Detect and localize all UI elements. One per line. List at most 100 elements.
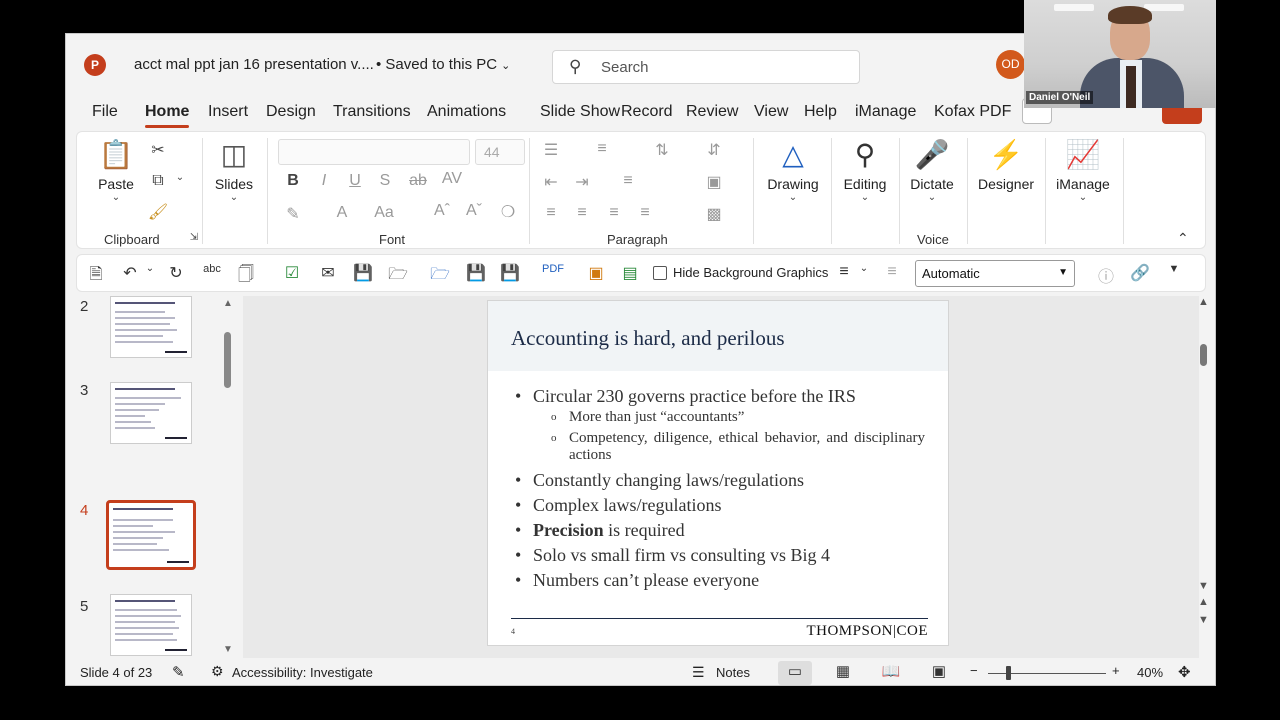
presenter-icon[interactable]: ▤ — [619, 263, 641, 283]
shadow-icon[interactable]: S — [374, 172, 396, 190]
tab-view[interactable]: View — [754, 103, 788, 121]
slide-sorter-button[interactable]: ▦ — [826, 661, 860, 685]
accessibility-icon[interactable]: ⚙ — [211, 663, 224, 680]
slide-thumbnail-2[interactable] — [110, 296, 192, 358]
slide-bullet-list[interactable]: Circular 230 governs practice before the… — [515, 384, 925, 593]
undo-icon[interactable]: ↶ — [119, 263, 141, 283]
tab-help[interactable]: Help — [804, 103, 837, 121]
open-folder-icon[interactable]: 🗁 — [387, 263, 409, 290]
format-painter-icon[interactable]: 🖌 — [147, 202, 169, 222]
zoom-out-icon[interactable]: − — [970, 663, 978, 678]
redo-icon[interactable]: ↻ — [165, 263, 187, 283]
next-slide-icon[interactable]: ▼ — [1198, 614, 1209, 626]
cut-icon[interactable]: ✂ — [147, 140, 169, 160]
email-icon[interactable]: ✉ — [317, 263, 339, 283]
slide-title[interactable]: Accounting is hard, and perilous — [511, 326, 785, 351]
scroll-down-icon[interactable]: ▼ — [223, 644, 233, 655]
line-spacing-icon[interactable]: ⇅ — [651, 140, 673, 160]
italic-icon[interactable]: I — [313, 172, 335, 190]
color-select[interactable]: Automatic ▼ — [915, 260, 1075, 287]
strikethrough-icon[interactable]: ab — [407, 172, 429, 190]
link-icon[interactable]: 🔗 — [1129, 263, 1151, 283]
slide-thumbnail-5[interactable] — [110, 594, 192, 656]
print-preview-icon[interactable]: 🗍 — [235, 263, 257, 290]
font-name-box[interactable] — [278, 139, 470, 165]
paste-button[interactable]: 📋 Paste ⌄ — [91, 138, 141, 203]
normal-view-button[interactable]: ▭ — [778, 661, 812, 685]
clear-formatting-icon[interactable]: ❍ — [497, 202, 519, 222]
increase-indent-icon[interactable]: ⇥ — [571, 172, 593, 192]
scrollbar-thumb[interactable] — [1200, 344, 1207, 366]
align-center-icon[interactable]: ≡ — [571, 204, 593, 222]
align-right-icon[interactable]: ≡ — [603, 204, 625, 222]
bullets-icon[interactable]: ☰ — [540, 140, 562, 160]
designer-button[interactable]: ⚡ Designer — [975, 138, 1037, 192]
new-file-icon[interactable]: 🗎 — [85, 263, 107, 290]
scroll-up-icon[interactable]: ▲ — [223, 298, 233, 309]
slide-thumbnail-3[interactable] — [110, 382, 192, 444]
document-title[interactable]: acct mal ppt jan 16 presentation v.... — [134, 56, 374, 73]
increase-font-icon[interactable]: Aˆ — [431, 202, 453, 220]
chevron-down-icon[interactable]: ⌄ — [139, 263, 161, 274]
notes-button[interactable]: ☰ Notes — [692, 661, 754, 685]
tab-animations[interactable]: Animations — [427, 103, 506, 121]
tab-kofax-pdf[interactable]: Kofax PDF — [934, 103, 1011, 121]
columns-icon[interactable]: ≡ — [617, 172, 639, 190]
zoom-slider-thumb[interactable] — [1006, 666, 1011, 680]
dictate-button[interactable]: 🎤 Dictate ⌄ — [907, 138, 957, 203]
user-avatar[interactable]: OD — [996, 50, 1025, 79]
customize-toolbar-icon[interactable]: ▼ — [1163, 263, 1185, 275]
scrollbar-thumb[interactable] — [224, 332, 231, 388]
tab-design[interactable]: Design — [266, 103, 316, 121]
tab-review[interactable]: Review — [686, 103, 738, 121]
accessibility-status[interactable]: Accessibility: Investigate — [232, 665, 373, 680]
scroll-down-icon[interactable]: ▼ — [1198, 580, 1209, 592]
imanage-button[interactable]: 📈 iManage ⌄ — [1053, 138, 1113, 203]
change-case-icon[interactable]: Aa — [373, 204, 395, 222]
align-text-icon[interactable]: ▣ — [703, 172, 725, 192]
imanage-open-icon[interactable]: 🗁 — [429, 263, 451, 290]
tab-imanage[interactable]: iManage — [855, 103, 916, 121]
scroll-up-icon[interactable]: ▲ — [1198, 296, 1209, 308]
save-icon[interactable]: 💾 — [352, 263, 374, 283]
editing-button[interactable]: ⚲ Editing ⌄ — [837, 138, 893, 203]
tab-insert[interactable]: Insert — [208, 103, 248, 121]
text-direction-icon[interactable]: ⇵ — [703, 140, 725, 160]
pdf-icon[interactable]: PDF — [542, 263, 564, 275]
previous-slide-icon[interactable]: ▲ — [1198, 596, 1209, 608]
save-status[interactable]: • Saved to this PC ⌄ — [376, 56, 510, 73]
info-icon[interactable]: ⓘ — [1095, 263, 1117, 287]
canvas-scrollbar[interactable]: ▲ ▼ ▲ ▼ — [1196, 296, 1212, 658]
fit-to-window-icon[interactable]: ✥ — [1178, 663, 1191, 681]
zoom-in-icon[interactable]: + — [1112, 663, 1120, 678]
align-left-icon[interactable]: ≡ — [540, 204, 562, 222]
tab-record[interactable]: Record — [621, 103, 673, 121]
tab-slide-show[interactable]: Slide Show — [540, 103, 620, 121]
chevron-down-icon[interactable]: ⌄ — [169, 172, 191, 183]
imanage-save-icon[interactable]: 💾 — [465, 263, 487, 283]
spelling-status-icon[interactable]: ✎ — [172, 663, 185, 681]
zoom-level[interactable]: 40% — [1137, 665, 1163, 680]
reading-view-button[interactable]: 📖 — [874, 661, 908, 685]
copy-icon[interactable]: ⧉ — [147, 172, 169, 190]
slide-thumbnail-4[interactable] — [106, 500, 196, 570]
underline-icon[interactable]: U — [344, 172, 366, 190]
numbering-icon[interactable]: ≡ — [591, 140, 613, 158]
search-box[interactable]: ⚲ Search — [552, 50, 860, 84]
smartart-icon[interactable]: ▩ — [703, 204, 725, 224]
check-icon[interactable]: ☑ — [281, 263, 303, 283]
imanage-save-as-icon[interactable]: 💾 — [499, 263, 521, 283]
chevron-down-icon[interactable]: ⌄ — [853, 263, 875, 274]
spelling-icon[interactable]: abc — [201, 263, 223, 275]
tab-home[interactable]: Home — [145, 103, 190, 128]
tab-file[interactable]: File — [92, 103, 118, 121]
justify-icon[interactable]: ≡ — [634, 204, 656, 222]
hide-background-graphics-checkbox[interactable] — [653, 266, 667, 280]
bold-icon[interactable]: B — [282, 172, 304, 190]
font-size-box[interactable]: 44 — [475, 139, 525, 165]
slide-show-button[interactable]: ▣ — [922, 661, 956, 685]
character-spacing-icon[interactable]: AV — [441, 170, 463, 188]
slide-editing-canvas[interactable]: Accounting is hard, and perilous Circula… — [243, 296, 1199, 658]
select-icon[interactable]: ▣ — [585, 263, 607, 283]
thumbnails-scrollbar[interactable]: ▲ ▼ — [221, 298, 235, 658]
